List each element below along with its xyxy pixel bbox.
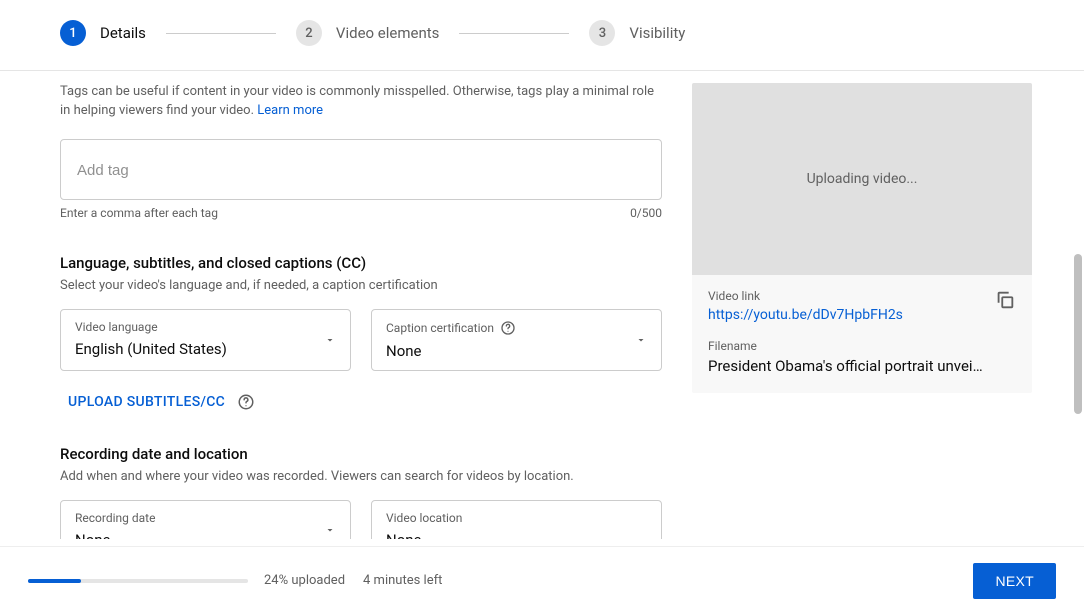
step-line bbox=[459, 33, 569, 34]
filename-label: Filename bbox=[708, 339, 1016, 353]
upload-progress-track bbox=[28, 579, 248, 583]
copy-icon[interactable] bbox=[994, 289, 1016, 311]
language-section-sub: Select your video's language and, if nee… bbox=[60, 278, 662, 293]
step-2-label: Video elements bbox=[336, 24, 439, 42]
language-section-title: Language, subtitles, and closed captions… bbox=[60, 254, 662, 272]
step-1-circle: 1 bbox=[60, 20, 86, 46]
recording-date-value: None bbox=[75, 531, 336, 539]
video-link-label: Video link bbox=[708, 289, 903, 303]
video-language-label: Video language bbox=[75, 320, 336, 334]
upload-footer: 24% uploaded 4 minutes left NEXT bbox=[0, 546, 1084, 614]
language-select-row: Video language English (United States) C… bbox=[60, 309, 662, 371]
tags-helper-text: Tags can be useful if content in your vi… bbox=[60, 84, 654, 118]
upload-subtitles-row: UPLOAD SUBTITLES/CC bbox=[60, 393, 662, 411]
step-2-circle: 2 bbox=[296, 20, 322, 46]
upload-time-left: 4 minutes left bbox=[363, 573, 442, 588]
recording-date-select[interactable]: Recording date None bbox=[60, 500, 351, 539]
step-video-elements[interactable]: 2 Video elements bbox=[296, 20, 439, 46]
upload-subtitles-button[interactable]: UPLOAD SUBTITLES/CC bbox=[68, 394, 225, 410]
upload-percent-text: 24% uploaded bbox=[264, 573, 345, 588]
chevron-down-icon bbox=[635, 334, 647, 346]
caption-cert-label-text: Caption certification bbox=[386, 321, 494, 335]
next-button[interactable]: NEXT bbox=[973, 563, 1056, 599]
tags-input[interactable] bbox=[77, 162, 645, 179]
caption-certification-select[interactable]: Caption certification None bbox=[371, 309, 662, 371]
caption-certification-label: Caption certification bbox=[386, 320, 647, 336]
video-location-select[interactable]: Video location None bbox=[371, 500, 662, 539]
step-details[interactable]: 1 Details bbox=[60, 20, 146, 46]
video-preview-card: Uploading video... Video link https://yo… bbox=[692, 83, 1032, 393]
video-link-row: Video link https://youtu.be/dDv7HpbFH2s bbox=[708, 289, 1016, 323]
step-1-label: Details bbox=[100, 24, 146, 42]
step-visibility[interactable]: 3 Visibility bbox=[589, 20, 685, 46]
recording-section-title: Recording date and location bbox=[60, 445, 662, 463]
caption-certification-value: None bbox=[386, 342, 647, 360]
recording-date-label: Recording date bbox=[75, 511, 336, 525]
learn-more-link[interactable]: Learn more bbox=[257, 103, 323, 118]
chevron-down-icon bbox=[324, 524, 336, 536]
video-language-value: English (United States) bbox=[75, 340, 336, 358]
video-location-value: None bbox=[386, 531, 647, 539]
step-line bbox=[166, 33, 276, 34]
tags-footer-hint: Enter a comma after each tag bbox=[60, 206, 218, 220]
step-3-circle: 3 bbox=[589, 20, 615, 46]
main-column: Tags can be useful if content in your vi… bbox=[60, 83, 662, 539]
video-location-label: Video location bbox=[386, 511, 647, 525]
tags-input-box[interactable] bbox=[60, 139, 662, 200]
upload-content: Tags can be useful if content in your vi… bbox=[0, 71, 1084, 539]
video-link[interactable]: https://youtu.be/dDv7HpbFH2s bbox=[708, 307, 903, 323]
tags-footer: Enter a comma after each tag 0/500 bbox=[60, 206, 662, 220]
scrollbar-thumb[interactable] bbox=[1074, 254, 1082, 414]
tags-counter: 0/500 bbox=[630, 206, 662, 220]
help-icon[interactable] bbox=[500, 320, 516, 336]
filename-value: President Obama's official portrait unve… bbox=[708, 357, 1016, 375]
upload-progress-fill bbox=[28, 579, 81, 583]
side-column: Uploading video... Video link https://yo… bbox=[692, 83, 1032, 539]
chevron-down-icon bbox=[324, 334, 336, 346]
video-language-select[interactable]: Video language English (United States) bbox=[60, 309, 351, 371]
step-3-label: Visibility bbox=[629, 24, 685, 42]
video-thumbnail: Uploading video... bbox=[692, 83, 1032, 275]
tags-helper: Tags can be useful if content in your vi… bbox=[60, 83, 662, 121]
preview-body: Video link https://youtu.be/dDv7HpbFH2s … bbox=[692, 275, 1032, 393]
help-icon[interactable] bbox=[237, 393, 255, 411]
recording-section-sub: Add when and where your video was record… bbox=[60, 469, 662, 484]
uploading-status-text: Uploading video... bbox=[807, 171, 918, 187]
upload-stepper: 1 Details 2 Video elements 3 Visibility bbox=[0, 0, 1084, 71]
recording-select-row: Recording date None Video location None bbox=[60, 500, 662, 539]
